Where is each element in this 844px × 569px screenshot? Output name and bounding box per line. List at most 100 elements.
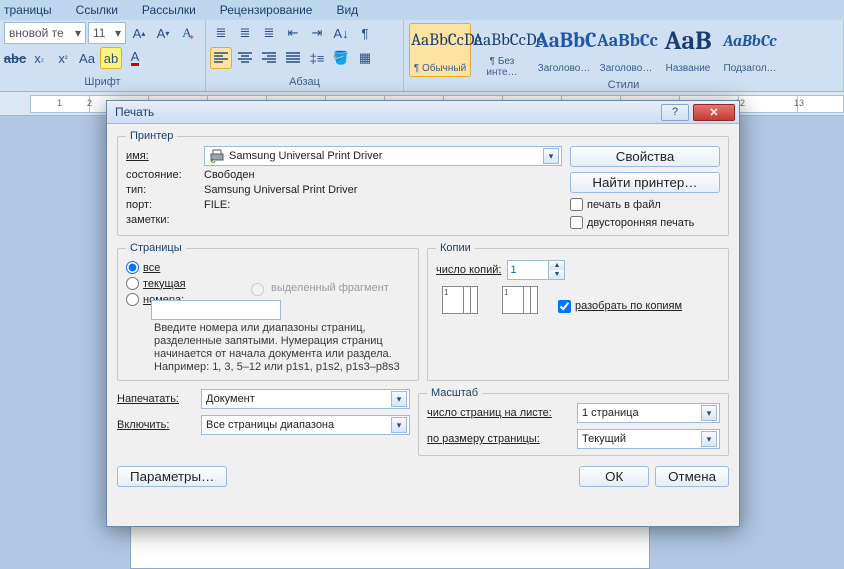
collate-checkbox[interactable]: разобрать по копиям (558, 300, 682, 313)
radio-current[interactable]: текущая (126, 277, 246, 290)
print-what-combo[interactable]: Документ ▾ (201, 389, 410, 409)
align-left-button[interactable] (210, 47, 232, 69)
style-name: Подзагол… (721, 63, 779, 74)
style-item[interactable]: AaB Название (657, 23, 719, 77)
style-item[interactable]: AaBbCcЗаголово… (595, 23, 657, 77)
duplex-checkbox[interactable]: двусторонняя печать (570, 216, 720, 229)
superscript-button[interactable]: x² (52, 47, 74, 69)
pages-per-sheet-combo[interactable]: 1 страница ▾ (577, 403, 720, 423)
printer-port-value: FILE: (204, 199, 562, 211)
tab-mailings[interactable]: Рассылки (142, 3, 196, 17)
printer-state-label: состояние: (126, 169, 204, 181)
font-color-button[interactable]: A (124, 47, 146, 69)
scale-to-paper-value: Текущий (582, 433, 626, 445)
borders-button[interactable]: ▦ (354, 47, 376, 69)
justify-button[interactable] (282, 47, 304, 69)
style-name: ¶ Обычный (411, 63, 469, 74)
chevron-down-icon: ▾ (391, 391, 407, 407)
style-name: Название (659, 63, 717, 74)
ok-button[interactable]: ОК (579, 466, 649, 487)
style-preview: AaBbC (535, 26, 593, 58)
print-to-file-checkbox[interactable]: печать в файл (570, 198, 720, 211)
pages-legend: Страницы (126, 242, 186, 254)
printer-port-label: порт: (126, 199, 204, 211)
page-range-hint: Введите номера или диапазоны страниц, ра… (154, 322, 410, 374)
num-copies-spinner[interactable]: ▲▼ (507, 260, 565, 280)
tab-links[interactable]: Ссылки (76, 3, 118, 17)
ribbon-group-font: вновой те▾ 11▾ A▴ A▾ A✶ abc x₂ x² Aa ab … (0, 20, 206, 91)
decrease-indent-button[interactable]: ⇤ (282, 22, 304, 44)
dialog-titlebar[interactable]: Печать ? ✕ (107, 101, 739, 124)
help-button[interactable]: ? (661, 104, 689, 121)
bullets-button[interactable]: ≣ (210, 22, 232, 44)
collate-diagram: 3 2 1 3 2 1 (442, 286, 544, 326)
page-range-input[interactable] (151, 300, 281, 320)
shading-button[interactable]: 🪣 (330, 47, 352, 69)
style-item[interactable]: AaBbCcDc¶ Без инте… (471, 23, 533, 77)
line-spacing-button[interactable]: ‡≡ (306, 47, 328, 69)
ribbon-body: вновой те▾ 11▾ A▴ A▾ A✶ abc x₂ x² Aa ab … (0, 20, 844, 92)
radio-selection: выделенный фрагмент (246, 280, 410, 296)
increase-indent-button[interactable]: ⇥ (306, 22, 328, 44)
printer-name-combo[interactable]: Samsung Universal Print Driver ▾ (204, 146, 562, 166)
subscript-button[interactable]: x₂ (28, 47, 50, 69)
align-right-button[interactable] (258, 47, 280, 69)
font-size-combo[interactable]: 11▾ (88, 22, 126, 44)
include-combo[interactable]: Все страницы диапазона ▾ (201, 415, 410, 435)
font-name-combo[interactable]: вновой те▾ (4, 22, 86, 44)
grow-font-button[interactable]: A▴ (128, 22, 150, 44)
sort-button[interactable]: A↓ (330, 22, 352, 44)
printer-type-value: Samsung Universal Print Driver (204, 184, 562, 196)
find-printer-button[interactable]: Найти принтер… (570, 172, 720, 193)
chevron-down-icon: ▾ (391, 417, 407, 433)
font-size-value: 11 (93, 26, 105, 40)
numbering-button[interactable]: ≣ (234, 22, 256, 44)
printer-fieldset: Принтер имя: Samsung Universal Print Dri… (117, 130, 729, 236)
highlight-button[interactable]: ab (100, 47, 122, 69)
tab-pages[interactable]: траницы (4, 3, 52, 17)
strikethrough-button[interactable]: abc (4, 47, 26, 69)
multilevel-button[interactable]: ≣ (258, 22, 280, 44)
printer-icon (209, 148, 225, 164)
style-preview: AaBbCcDc (473, 26, 531, 56)
show-marks-button[interactable]: ¶ (354, 22, 376, 44)
close-icon: ✕ (709, 106, 718, 119)
align-center-button[interactable] (234, 47, 256, 69)
printer-properties-button[interactable]: Свойства (570, 146, 720, 167)
help-icon: ? (672, 106, 678, 118)
print-dialog: Печать ? ✕ Принтер имя: Samsung Universa… (106, 100, 740, 527)
pages-fieldset: Страницы все текущая номера: выделенный … (117, 242, 419, 381)
ribbon-group-styles: AaBbCcDc¶ ОбычныйAaBbCcDc¶ Без инте…AaBb… (404, 20, 844, 91)
tab-review[interactable]: Рецензирование (220, 3, 313, 17)
group-label-styles: Стили (408, 78, 839, 92)
tab-view[interactable]: Вид (336, 3, 358, 17)
style-preview: AaBbCc (721, 26, 779, 58)
shrink-font-button[interactable]: A▾ (152, 22, 174, 44)
scale-to-paper-combo[interactable]: Текущий ▾ (577, 429, 720, 449)
num-copies-input[interactable] (508, 261, 548, 279)
cancel-button[interactable]: Отмена (655, 466, 729, 487)
printer-legend: Принтер (126, 130, 177, 142)
options-button[interactable]: Параметры… (117, 466, 227, 487)
spin-down-icon[interactable]: ▼ (549, 270, 564, 279)
zoom-legend: Масштаб (427, 387, 482, 399)
zoom-fieldset: Масштаб число страниц на листе: 1 страни… (418, 387, 729, 456)
print-what-value: Документ (206, 393, 255, 405)
chevron-down-icon: ▾ (543, 148, 559, 164)
style-item[interactable]: AaBbCЗаголово… (533, 23, 595, 77)
style-preview: AaB (659, 26, 717, 58)
spin-up-icon[interactable]: ▲ (549, 261, 564, 270)
style-preview: AaBbCc (597, 26, 655, 58)
ruler-mark: 2 (87, 98, 92, 108)
style-item[interactable]: AaBbCcDc¶ Обычный (409, 23, 471, 77)
radio-all[interactable]: все (126, 261, 246, 274)
clear-formatting-button[interactable]: A✶ (176, 22, 198, 44)
ribbon-group-paragraph: ≣ ≣ ≣ ⇤ ⇥ A↓ ¶ (206, 20, 404, 91)
copies-fieldset: Копии число копий: ▲▼ 3 2 1 (427, 242, 729, 381)
change-case-button[interactable]: Aa (76, 47, 98, 69)
style-item[interactable]: AaBbCc Подзагол… (719, 23, 781, 77)
include-value: Все страницы диапазона (206, 419, 334, 431)
style-gallery[interactable]: AaBbCcDc¶ ОбычныйAaBbCcDc¶ Без инте…AaBb… (408, 22, 839, 78)
close-button[interactable]: ✕ (693, 104, 735, 121)
chevron-down-icon: ▾ (701, 431, 717, 447)
